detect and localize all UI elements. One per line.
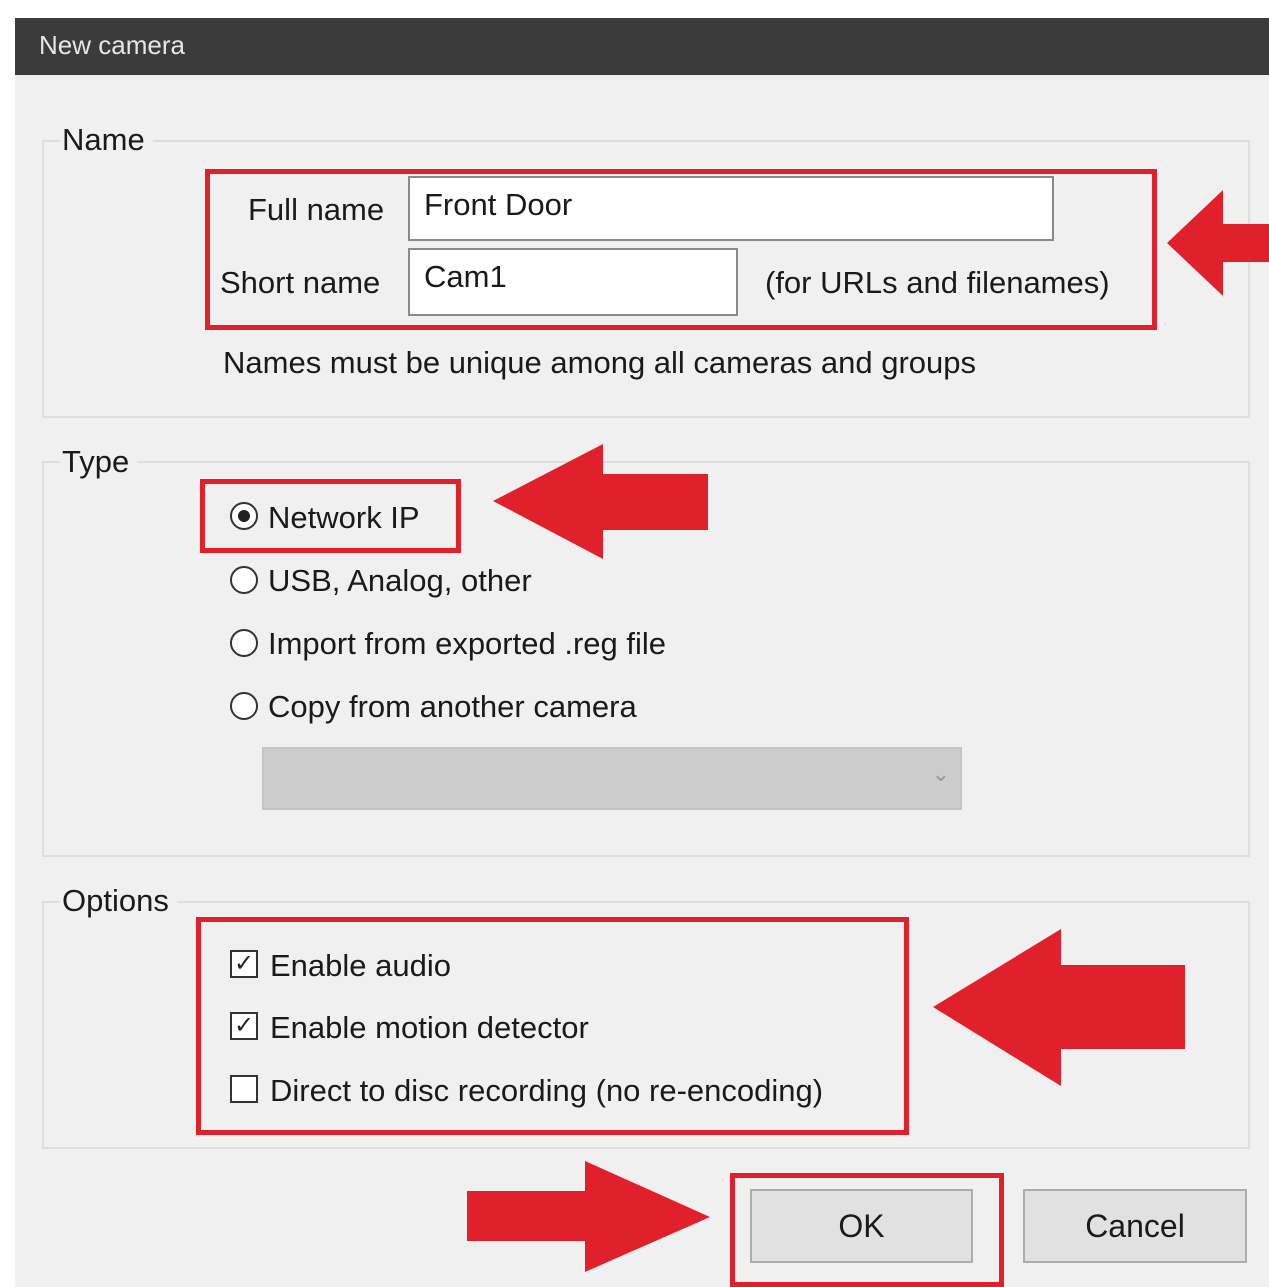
red-arrow-icon [1167, 190, 1269, 296]
radio-import-reg-label[interactable]: Import from exported .reg file [268, 626, 666, 662]
name-group-title: Name [60, 122, 153, 158]
chevron-down-icon: ⌄ [931, 761, 950, 786]
radio-usb-analog-label[interactable]: USB, Analog, other [268, 563, 532, 599]
red-arrow-icon [467, 1161, 710, 1272]
window-title: New camera [39, 30, 185, 60]
radio-import-reg[interactable] [230, 629, 258, 657]
uniqueness-note: Names must be unique among all cameras a… [223, 345, 977, 380]
highlight-network-ip [200, 479, 461, 553]
cancel-button[interactable]: Cancel [1023, 1189, 1247, 1263]
radio-copy-camera[interactable] [230, 692, 258, 720]
new-camera-dialog: New camera Name Full name Front Door Sho… [15, 18, 1269, 1287]
highlight-ok [730, 1173, 1004, 1287]
highlight-name-fields [205, 169, 1157, 330]
radio-copy-camera-label[interactable]: Copy from another camera [268, 689, 637, 725]
radio-usb-analog[interactable] [230, 566, 258, 594]
red-arrow-icon [933, 929, 1185, 1086]
type-group-title: Type [60, 444, 138, 480]
copy-camera-dropdown: ⌄ [262, 747, 962, 810]
highlight-options [196, 917, 909, 1135]
options-group-title: Options [60, 883, 177, 919]
red-arrow-icon [493, 444, 708, 559]
title-bar[interactable]: New camera [15, 18, 1269, 75]
